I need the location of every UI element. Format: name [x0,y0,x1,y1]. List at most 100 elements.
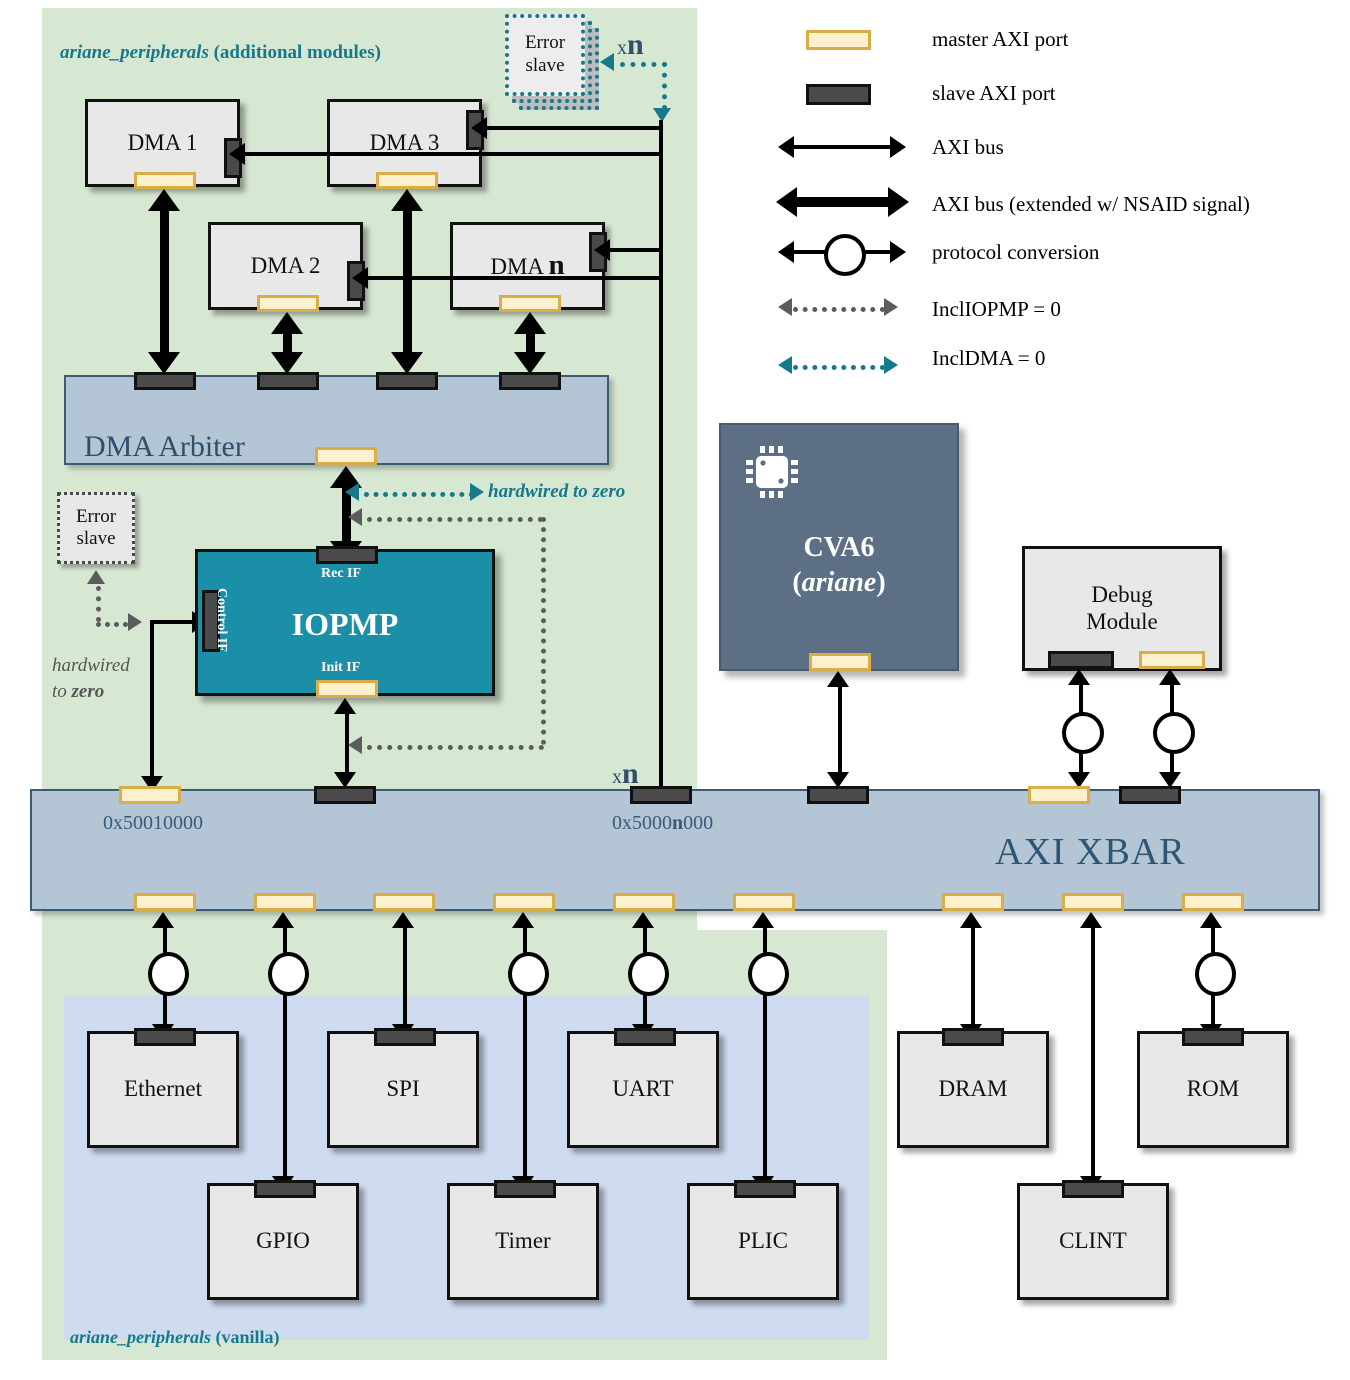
xbar-bottom-port-ethernet [134,893,196,911]
hardwired-zero-teal-line [364,492,474,497]
legend-axi-bus-arrow-left [778,136,794,158]
region-vanilla-label-em: ariane_peripherals [70,1327,212,1347]
control-if-down-v [150,620,154,780]
dma3-master-port [376,172,438,189]
iopmp-xbar-bus [345,714,349,776]
block-plic[interactable]: PLIC [687,1183,839,1300]
ethernet-protocol-conversion-icon [148,952,189,996]
legend-incl-iopmp-arrow-right [884,298,898,316]
timer-label: Timer [495,1228,551,1254]
error-slave-left-dotted-h [96,622,128,627]
dma2-feed-arrowhead [352,267,368,289]
debug-master-port [1139,651,1205,669]
iopmp-xbar-arrow-up [334,698,356,714]
cva6-xbar-bus [838,687,842,776]
address-label-dma-n: 0x5000n000 [612,812,714,834]
xbar-top-port-dma-n [630,786,692,804]
incl-iopmp-arrow-top [348,508,362,526]
iopmp-rec-if-port [316,546,378,564]
debug-master-arrow-up [1159,669,1181,685]
plic-protocol-conversion-icon [748,952,789,996]
block-clint[interactable]: CLINT [1017,1183,1169,1300]
legend-axi-bus-line [793,145,893,149]
spi-arrow-up [392,912,414,928]
error-slave-left-arrow-up [87,570,105,584]
dma3-arbiter-arrow-down [391,352,423,374]
legend-slave-axi-port-swatch [806,84,871,105]
block-gpio[interactable]: GPIO [207,1183,359,1300]
block-dram[interactable]: DRAM [897,1031,1049,1148]
legend-incl-iopmp-arrow-left [778,298,792,316]
incl-dma-line-h-top [620,62,667,67]
block-uart[interactable]: UART [567,1031,719,1148]
block-cva6[interactable]: CVA6 (ariane) [719,423,959,671]
plic-label: PLIC [738,1228,788,1254]
iopmp-label: IOPMP [291,606,399,642]
debug-slave-arrow-up [1068,669,1090,685]
debug-slave-protocol-conversion-icon [1062,712,1104,754]
legend-axi-bus-nsaid-line [795,197,891,207]
region-additional-label-rest: (additional modules) [208,42,381,63]
legend-master-axi-port-label: master AXI port [932,27,1069,51]
rom-slave-port [1182,1028,1244,1046]
address-label-iopmp: 0x50010000 [103,812,203,834]
debug-master-protocol-conversion-icon [1153,712,1195,754]
block-spi[interactable]: SPI [327,1031,479,1148]
incl-dma-line-v-top [662,62,667,110]
xbar-bottom-port-gpio [254,893,316,911]
legend-protocol-conversion-arrow-left [778,241,794,263]
dram-bus [971,928,975,1028]
spi-bus [403,928,407,1028]
block-rom[interactable]: ROM [1137,1031,1289,1148]
dma3-return-line [482,152,661,156]
block-ethernet[interactable]: Ethernet [87,1031,239,1148]
block-dma1-label: DMA 1 [127,129,198,155]
arbiter-slave-port-4 [499,372,561,390]
dma1-feed-arrowhead [229,143,245,165]
chip-icon [746,446,798,498]
dma-feed-bus-vertical [659,120,663,792]
rom-protocol-conversion-icon [1195,952,1236,996]
arbiter-slave-port-3 [376,372,438,390]
legend-incl-dma-arrow-left [778,356,792,374]
legend-axi-bus-arrow-right [890,136,906,158]
hardwired-zero-gray-label: hardwired to zero [52,655,130,702]
block-timer[interactable]: Timer [447,1183,599,1300]
xbar-bottom-port-plic [733,893,795,911]
uart-arrow-up [632,912,654,928]
timer-arrow-up [512,912,534,928]
xbar-bottom-port-rom [1182,893,1244,911]
xbar-bottom-port-uart [613,893,675,911]
xbar-top-port-iopmp-init [314,786,376,804]
ethernet-slave-port [134,1028,196,1046]
block-error-slave-left: Error slave [57,492,135,564]
dma3-arbiter-bus [403,206,412,356]
legend-axi-bus-nsaid-arrow-right [888,187,909,217]
dram-slave-port [942,1028,1004,1046]
dma-n-master-port [499,295,561,312]
dma-n-return-line [605,276,661,280]
error-slave-top-label: Error slave [524,32,566,76]
incl-iopmp-line-bottom [367,745,544,750]
region-additional-label-em: ariane_peripherals [60,42,209,63]
arbiter-slave-port-2 [257,372,319,390]
hardwired-zero-teal-label: hardwired to zero [488,481,626,502]
dma3-feed-line [487,126,661,130]
cva6-xbar-arrow-up [827,671,849,687]
debug-module-label: Debug Module [1086,582,1158,634]
dma3-arbiter-arrow-up [391,189,423,211]
error-slave-left-arrow-right [128,613,142,631]
xbar-bottom-port-dram [942,893,1004,911]
spi-label: SPI [386,1076,420,1102]
ethernet-arrow-up [152,912,174,928]
xn-label-top: xn [617,28,644,61]
incl-iopmp-line-vertical [541,517,546,745]
legend-axi-bus-label: AXI bus [932,135,1004,159]
dma-n-arbiter-arrow-up [514,312,546,334]
region-additional-label: ariane_peripherals (additional modules) [60,42,381,64]
legend-protocol-conversion-label: protocol conversion [932,240,1100,264]
timer-slave-port [494,1180,556,1198]
axi-xbar-label: AXI XBAR [995,831,1186,873]
error-slave-top: Error slave [505,14,585,96]
clint-bus [1091,928,1095,1180]
